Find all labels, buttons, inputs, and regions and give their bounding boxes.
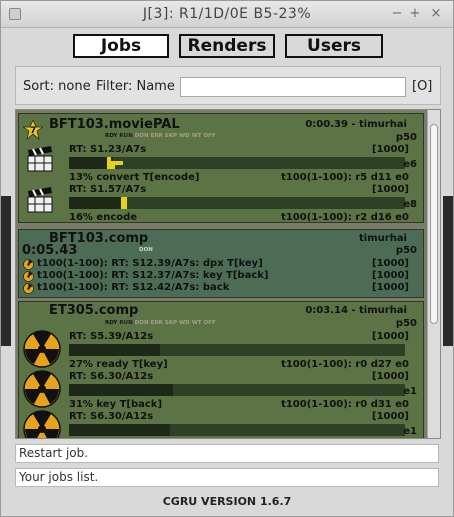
job-time-user: 0:00.39 - timurhai bbox=[305, 119, 407, 130]
tab-users[interactable]: Users bbox=[285, 34, 383, 58]
job-name: BFT103.moviePAL bbox=[49, 117, 180, 132]
block-frames: [1000] bbox=[372, 331, 409, 342]
version-label: CGRU VERSION 1.6.7 bbox=[162, 495, 292, 508]
status-line-info: Your jobs list. bbox=[15, 468, 439, 487]
block-progress-bar bbox=[69, 157, 405, 169]
state-wd: WD bbox=[179, 320, 190, 326]
block-errors: e1 bbox=[403, 386, 417, 397]
state-don: DON bbox=[134, 133, 149, 139]
state-skp: SKP bbox=[164, 133, 178, 139]
block-runtime: RT: S5.39/A12s bbox=[69, 331, 154, 342]
state-wt: WT bbox=[191, 320, 202, 326]
jobs-list[interactable]: 7 BFT103.moviePAL 0:00.39 - timurhai RDY… bbox=[15, 109, 441, 439]
state-skp: SKP bbox=[164, 320, 178, 326]
block-frames: [1000] bbox=[372, 411, 409, 422]
task-summary: t100(1-100): RT: S12.37/A7s: key T[back] bbox=[37, 270, 269, 281]
block-tasks: t100(1-100): r0 d31 e0 bbox=[281, 399, 409, 410]
clapperboard-icon bbox=[27, 146, 53, 172]
window-title: J[3]: R1/1D/0E B5-23% bbox=[142, 6, 312, 22]
job-priority: p50 bbox=[395, 132, 417, 143]
radiation-icon bbox=[23, 330, 61, 368]
block-frames: [1000] bbox=[372, 144, 409, 155]
block-frames: [1000] bbox=[372, 371, 409, 382]
task-frames: [1000] bbox=[372, 258, 409, 269]
clapperboard-icon bbox=[27, 187, 53, 213]
filter-bar: Sort: none Filter: Name [O] bbox=[15, 66, 441, 105]
job-name: ET305.comp bbox=[49, 303, 139, 318]
main-tabs: Jobs Renders Users bbox=[1, 34, 453, 58]
left-dock-strip bbox=[1, 196, 11, 346]
right-dock-strip bbox=[443, 196, 453, 346]
block-tasks: t100(1-100): r0 d27 e0 bbox=[281, 359, 409, 370]
task-frames: [1000] bbox=[372, 282, 409, 293]
block-progress-bar bbox=[69, 424, 405, 436]
state-wd: WD bbox=[179, 133, 190, 139]
task-summary: t100(1-100): RT: S12.39/A7s: dpx T[key] bbox=[37, 258, 263, 269]
maximize-icon[interactable]: + bbox=[408, 6, 422, 22]
block-info: 31% key T[back] bbox=[69, 399, 163, 410]
block-progress-bar bbox=[69, 197, 405, 209]
filter-toggle[interactable]: [O] bbox=[412, 79, 432, 94]
state-off: OFF bbox=[203, 320, 216, 326]
job-time-user: 0:03.14 - timurhai bbox=[305, 305, 407, 316]
radiation-icon bbox=[23, 259, 34, 270]
tab-renders[interactable]: Renders bbox=[179, 34, 275, 58]
job-badge-number: 7 bbox=[30, 126, 37, 136]
tab-jobs[interactable]: Jobs bbox=[73, 34, 169, 58]
radiation-icon bbox=[23, 410, 61, 438]
job-state-legend: DON bbox=[139, 247, 155, 253]
block-frames: [1000] bbox=[372, 184, 409, 195]
filter-input[interactable] bbox=[180, 77, 406, 97]
block-info: 13% convert T[encode] bbox=[69, 172, 200, 183]
job-item[interactable]: 7 BFT103.moviePAL 0:00.39 - timurhai RDY… bbox=[18, 113, 424, 223]
job-elapsed: 0:05.43 bbox=[22, 243, 78, 258]
block-runtime: RT: S6.30/A12s bbox=[69, 371, 154, 382]
radiation-icon bbox=[23, 271, 34, 282]
block-errors: e1 bbox=[403, 426, 417, 437]
job-priority: p50 bbox=[395, 318, 417, 329]
block-info: 27% ready T[key] bbox=[69, 359, 168, 370]
block-runtime: RT: S6.30/A12s bbox=[69, 411, 154, 422]
scrollbar-thumb[interactable] bbox=[430, 124, 438, 324]
state-don: DON bbox=[139, 247, 153, 253]
radiation-icon bbox=[23, 283, 34, 294]
state-wt: WT bbox=[191, 133, 202, 139]
app-window: J[3]: R1/1D/0E B5-23% − + × Jobs Renders… bbox=[0, 0, 454, 517]
block-runtime: RT: S1.23/A7s bbox=[69, 144, 147, 155]
close-icon[interactable]: × bbox=[429, 6, 443, 22]
block-progress-bar bbox=[69, 344, 405, 356]
job-item[interactable]: ET305.comp 0:03.14 - timurhai RDY RUN DON E… bbox=[18, 301, 424, 438]
state-run: RUN bbox=[119, 133, 133, 139]
title-bar: J[3]: R1/1D/0E B5-23% − + × bbox=[1, 1, 453, 28]
state-run: RUN bbox=[119, 320, 133, 326]
task-frames: [1000] bbox=[372, 270, 409, 281]
status-line-action: Restart job. bbox=[15, 444, 439, 463]
job-user: timurhai bbox=[359, 233, 407, 244]
block-errors: e8 bbox=[403, 199, 417, 210]
block-tasks: t100(1-100): r2 d16 e0 bbox=[281, 212, 409, 223]
minimize-icon[interactable]: − bbox=[390, 6, 404, 22]
state-off: OFF bbox=[203, 133, 216, 139]
state-err: ERR bbox=[150, 320, 163, 326]
filter-type-selector[interactable]: Filter: Name bbox=[96, 79, 175, 94]
block-tasks: t100(1-100): r5 d11 e0 bbox=[281, 172, 409, 183]
task-summary: t100(1-100): RT: S12.42/A7s: back bbox=[37, 282, 230, 293]
state-rdy: RDY bbox=[105, 320, 118, 326]
state-rdy: RDY bbox=[105, 133, 118, 139]
state-err: ERR bbox=[150, 133, 163, 139]
job-state-legend: RDY RUN DON ERR SKP WD WT OFF bbox=[105, 133, 218, 139]
radiation-icon bbox=[23, 370, 61, 408]
block-progress-bar bbox=[69, 384, 405, 396]
block-info: 16% encode bbox=[69, 212, 138, 223]
job-item[interactable]: BFT103.comp timurhai 0:05.43 DON p50 t10… bbox=[18, 229, 424, 298]
job-priority: p50 bbox=[395, 245, 417, 256]
sort-selector[interactable]: Sort: none bbox=[23, 79, 91, 94]
block-errors: e6 bbox=[403, 159, 417, 170]
jobs-list-scrollbar[interactable] bbox=[427, 110, 440, 438]
block-runtime: RT: S1.57/A7s bbox=[69, 184, 147, 195]
job-state-legend: RDY RUN DON ERR SKP WD WT OFF bbox=[105, 320, 218, 326]
state-don: DON bbox=[134, 320, 149, 326]
